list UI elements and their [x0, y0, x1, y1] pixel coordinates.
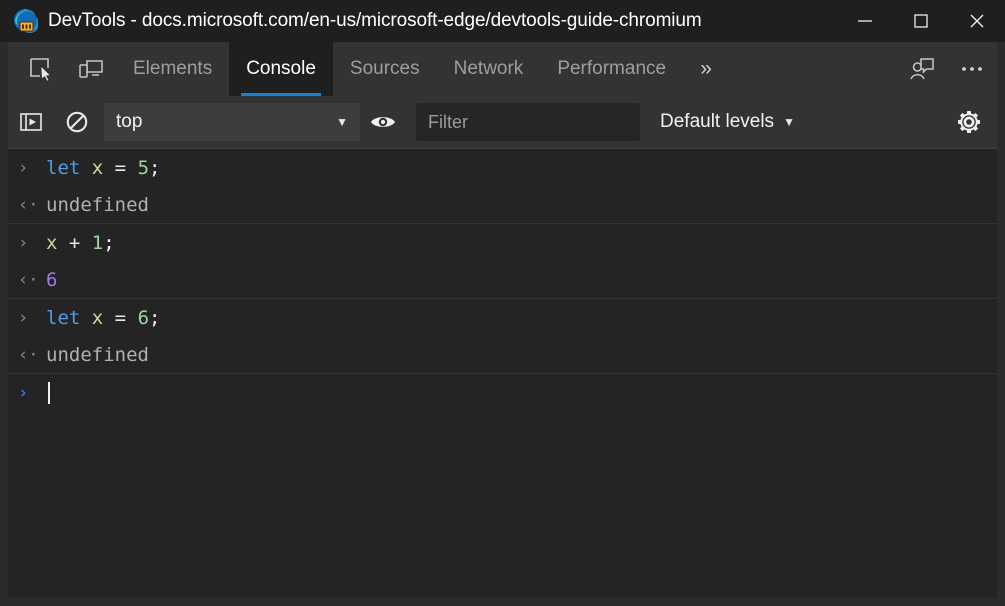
console-result-value: undefined	[46, 193, 149, 216]
log-levels-select[interactable]: Default levels ▼	[656, 103, 799, 141]
devtools-tab-bar: Elements Console Sources Network Perform…	[8, 42, 997, 96]
maximize-button[interactable]	[893, 0, 949, 42]
tab-label: Performance	[557, 58, 667, 79]
send-feedback-icon[interactable]	[897, 42, 947, 96]
close-button[interactable]	[949, 0, 1005, 42]
text-cursor	[48, 381, 50, 404]
levels-value: Default levels	[660, 111, 775, 132]
console-result-value: undefined	[46, 343, 149, 366]
inspect-element-icon[interactable]	[16, 42, 66, 96]
tab-console[interactable]: Console	[229, 42, 333, 96]
output-arrow-icon: ‹·	[18, 344, 39, 365]
tab-network[interactable]: Network	[437, 42, 541, 96]
input-prompt-icon: ›	[18, 157, 29, 178]
eye-icon[interactable]	[360, 96, 406, 149]
javascript-context-select[interactable]: top ▼	[104, 103, 360, 141]
gear-icon[interactable]	[941, 96, 997, 149]
console-output-area[interactable]: › let x = 5; ‹· undefined › x + 1; ‹· 6 …	[8, 149, 997, 598]
console-output-row: ‹· undefined	[8, 186, 997, 223]
console-message-group: › let x = 5; ‹· undefined	[8, 149, 997, 224]
console-message-group: › let x = 6; ‹· undefined	[8, 299, 997, 374]
console-input-row[interactable]: › let x = 5;	[8, 149, 997, 186]
tab-sources[interactable]: Sources	[333, 42, 437, 96]
active-prompt-icon: ›	[18, 382, 29, 403]
console-output-row: ‹· 6	[8, 261, 997, 298]
context-value: top	[116, 111, 143, 132]
console-sidebar-toggle-icon[interactable]	[8, 96, 54, 149]
filter-input[interactable]	[416, 103, 640, 141]
tab-performance[interactable]: Performance	[540, 42, 683, 96]
chevron-down-icon: ▼	[336, 115, 348, 129]
tabbar-spacer	[729, 42, 897, 96]
tab-elements[interactable]: Elements	[116, 42, 229, 96]
console-result-value: 6	[46, 268, 58, 291]
input-prompt-icon: ›	[18, 307, 29, 328]
minimize-button[interactable]	[837, 0, 893, 42]
more-tabs-icon[interactable]: »	[683, 42, 729, 96]
console-input-code: let x = 5;	[46, 156, 161, 179]
console-message-group: › x + 1; ‹· 6	[8, 224, 997, 299]
console-input-code: x + 1;	[46, 231, 115, 254]
devtools-window: DevTools - docs.microsoft.com/en-us/micr…	[0, 0, 1005, 606]
chevron-down-icon: ▼	[783, 115, 795, 129]
console-input-row[interactable]: › let x = 6;	[8, 299, 997, 336]
clear-console-icon[interactable]	[54, 96, 100, 149]
tab-label: Console	[246, 58, 316, 79]
output-arrow-icon: ‹·	[18, 194, 39, 215]
console-input-row[interactable]: › x + 1;	[8, 224, 997, 261]
tab-label: Network	[453, 58, 524, 79]
console-toolbar: top ▼ Default levels ▼	[8, 96, 997, 149]
console-input-code: let x = 6;	[46, 306, 161, 329]
input-prompt-icon: ›	[18, 232, 29, 253]
device-emulation-icon[interactable]	[66, 42, 116, 96]
console-prompt-row[interactable]: ›	[8, 374, 997, 411]
tab-label: Sources	[349, 58, 420, 79]
more-options-icon[interactable]	[947, 42, 997, 96]
edge-devtools-icon	[12, 8, 40, 34]
tab-label: Elements	[133, 58, 213, 79]
title-bar: DevTools - docs.microsoft.com/en-us/micr…	[0, 0, 1005, 42]
window-title: DevTools - docs.microsoft.com/en-us/micr…	[48, 10, 702, 31]
console-output-row: ‹· undefined	[8, 336, 997, 373]
output-arrow-icon: ‹·	[18, 269, 39, 290]
